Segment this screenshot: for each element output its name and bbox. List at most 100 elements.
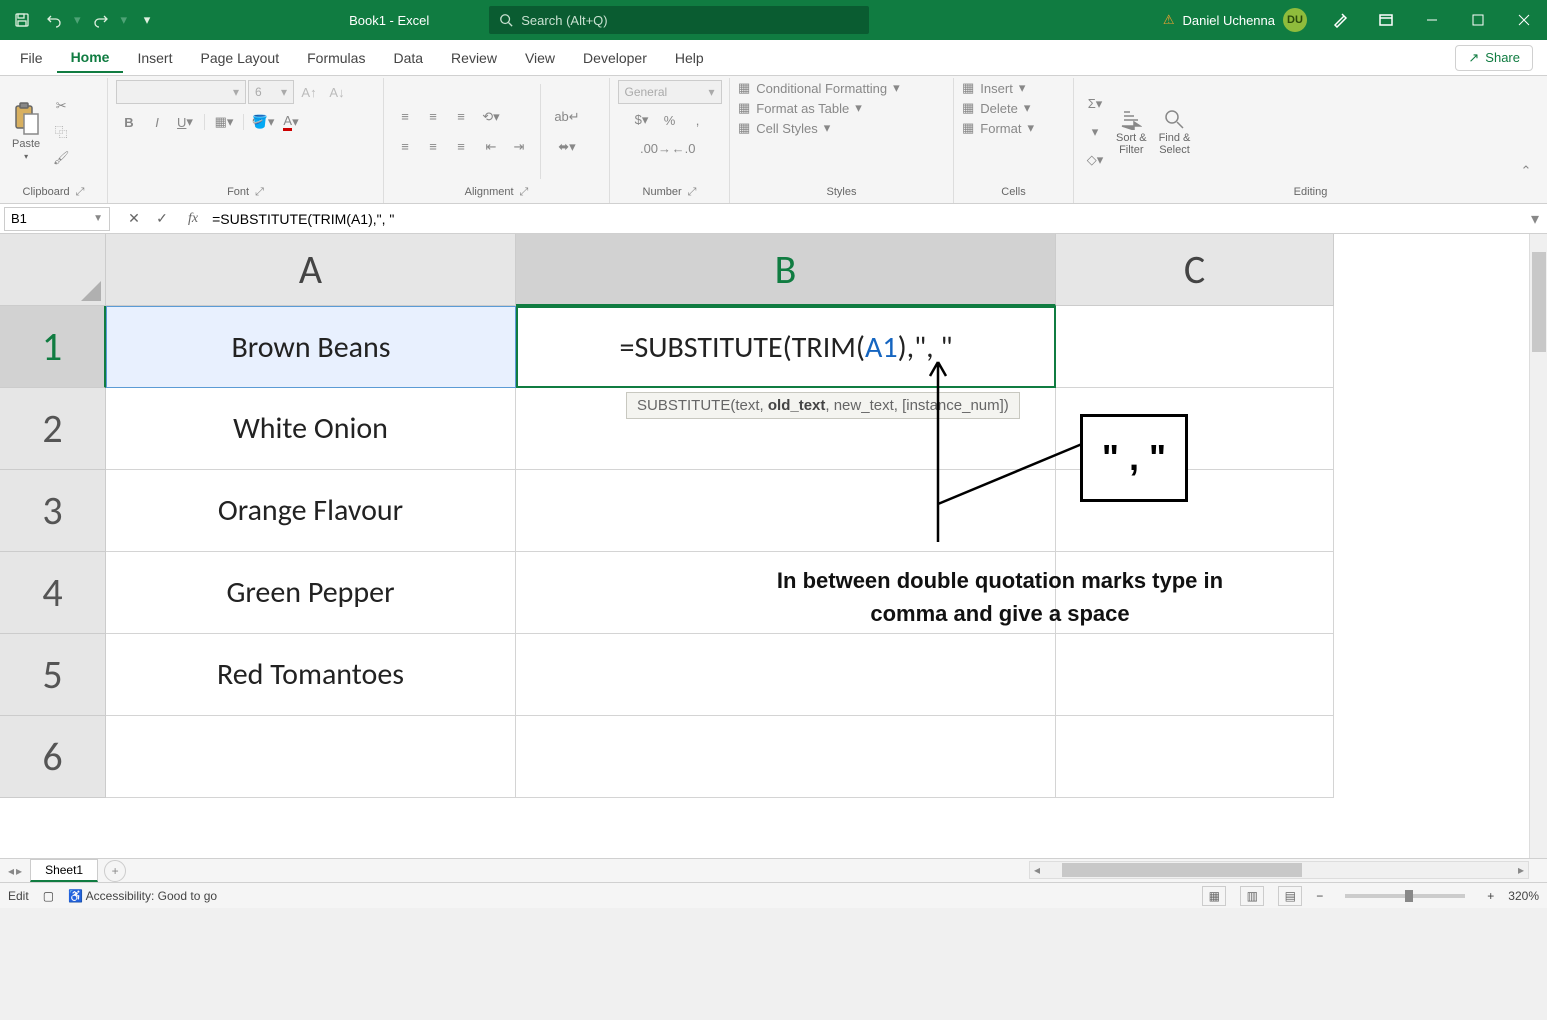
format-painter-button[interactable]: 🖌: [48, 146, 74, 170]
clear-button[interactable]: ◇▾: [1082, 148, 1108, 172]
zoom-level[interactable]: 320%: [1508, 889, 1539, 903]
sort-filter-button[interactable]: Sort & Filter: [1112, 106, 1151, 158]
insert-cells-button[interactable]: ▦Insert ▾: [962, 80, 1025, 96]
align-center-button[interactable]: ≡: [420, 135, 446, 159]
align-right-button[interactable]: ≡: [448, 135, 474, 159]
maximize-button[interactable]: [1455, 0, 1501, 40]
zoom-in-button[interactable]: +: [1487, 889, 1494, 903]
increase-font-button[interactable]: A↑: [296, 80, 322, 104]
col-header-C[interactable]: C: [1056, 234, 1334, 306]
cell-C5[interactable]: [1056, 634, 1334, 716]
align-top-button[interactable]: ≡: [392, 105, 418, 129]
row-header-2[interactable]: 2: [0, 388, 106, 470]
accessibility-status[interactable]: ♿ Accessibility: Good to go: [68, 889, 217, 903]
row-header-1[interactable]: 1: [0, 306, 106, 388]
align-middle-button[interactable]: ≡: [420, 105, 446, 129]
italic-button[interactable]: I: [144, 110, 170, 134]
wrap-text-button[interactable]: ab↵: [549, 105, 585, 129]
fx-icon[interactable]: fx: [182, 211, 204, 227]
normal-view-button[interactable]: ▦: [1202, 886, 1226, 906]
qat-customize[interactable]: ▾: [133, 6, 161, 34]
bold-button[interactable]: B: [116, 110, 142, 134]
cell-styles-button[interactable]: ▦Cell Styles ▾: [738, 120, 830, 136]
collapse-ribbon-button[interactable]: ⌃: [1513, 159, 1539, 183]
enter-formula-button[interactable]: ✓: [150, 207, 174, 231]
tab-data[interactable]: Data: [379, 44, 437, 72]
tab-formulas[interactable]: Formulas: [293, 44, 379, 72]
col-header-B[interactable]: B: [516, 234, 1056, 306]
search-box[interactable]: Search (Alt+Q): [489, 6, 869, 34]
sheet-nav-next[interactable]: ▸: [16, 864, 22, 878]
row-header-4[interactable]: 4: [0, 552, 106, 634]
percent-button[interactable]: %: [657, 108, 683, 132]
zoom-out-button[interactable]: −: [1316, 889, 1323, 903]
align-bottom-button[interactable]: ≡: [448, 105, 474, 129]
orientation-button[interactable]: ⟲▾: [478, 105, 504, 129]
format-as-table-button[interactable]: ▦Format as Table ▾: [738, 100, 862, 116]
alignment-launcher[interactable]: ⤢: [520, 186, 529, 199]
conditional-formatting-button[interactable]: ▦Conditional Formatting ▾: [738, 80, 900, 96]
zoom-slider[interactable]: [1345, 894, 1465, 898]
borders-button[interactable]: ▦▾: [211, 110, 237, 134]
formula-input[interactable]: [204, 207, 1523, 231]
font-name-select[interactable]: ▾: [116, 80, 246, 104]
tab-view[interactable]: View: [511, 44, 569, 72]
tab-home[interactable]: Home: [57, 43, 124, 73]
select-all-button[interactable]: [0, 234, 106, 306]
cell-A3[interactable]: Orange Flavour: [106, 470, 516, 552]
cell-C6[interactable]: [1056, 716, 1334, 798]
cell-B5[interactable]: [516, 634, 1056, 716]
page-break-view-button[interactable]: ▤: [1278, 886, 1302, 906]
font-color-button[interactable]: A▾: [278, 110, 304, 134]
comma-button[interactable]: ,: [685, 108, 711, 132]
font-size-select[interactable]: 6▾: [248, 80, 294, 104]
close-button[interactable]: [1501, 0, 1547, 40]
format-cells-button[interactable]: ▦Format ▾: [962, 120, 1034, 136]
paste-button[interactable]: Paste ▾: [8, 100, 44, 163]
row-header-3[interactable]: 3: [0, 470, 106, 552]
sheet-tab[interactable]: Sheet1: [30, 859, 98, 882]
cell-B6[interactable]: [516, 716, 1056, 798]
ink-button[interactable]: [1317, 0, 1363, 40]
new-sheet-button[interactable]: +: [104, 860, 126, 882]
name-box[interactable]: B1 ▼: [4, 207, 110, 231]
cell-A2[interactable]: White Onion: [106, 388, 516, 470]
row-header-6[interactable]: 6: [0, 716, 106, 798]
cell-A1[interactable]: Brown Beans: [106, 306, 516, 388]
cancel-formula-button[interactable]: ✕: [122, 207, 146, 231]
col-header-A[interactable]: A: [106, 234, 516, 306]
underline-button[interactable]: U▾: [172, 110, 198, 134]
sheet-nav-prev[interactable]: ◂: [8, 864, 14, 878]
clipboard-launcher[interactable]: ⤢: [76, 186, 85, 199]
tab-page-layout[interactable]: Page Layout: [186, 44, 293, 72]
cell-A6[interactable]: [106, 716, 516, 798]
minimize-button[interactable]: [1409, 0, 1455, 40]
currency-button[interactable]: $▾: [629, 108, 655, 132]
cut-button[interactable]: ✂: [48, 94, 74, 118]
cell-A4[interactable]: Green Pepper: [106, 552, 516, 634]
tab-insert[interactable]: Insert: [123, 44, 186, 72]
increase-indent-button[interactable]: ⇥: [506, 135, 532, 159]
page-layout-view-button[interactable]: ▥: [1240, 886, 1264, 906]
cell-A5[interactable]: Red Tomantoes: [106, 634, 516, 716]
merge-button[interactable]: ⬌▾: [549, 135, 585, 159]
font-launcher[interactable]: ⤢: [255, 186, 264, 199]
redo-button[interactable]: [87, 6, 115, 34]
fill-button[interactable]: ▾: [1082, 120, 1108, 144]
decrease-decimal-button[interactable]: ←.0: [671, 136, 697, 160]
fill-color-button[interactable]: 🪣▾: [250, 110, 276, 134]
tab-developer[interactable]: Developer: [569, 44, 661, 72]
number-format-select[interactable]: General▾: [618, 80, 722, 104]
undo-button[interactable]: [40, 6, 68, 34]
tab-help[interactable]: Help: [661, 44, 718, 72]
ribbon-mode-button[interactable]: [1363, 0, 1409, 40]
share-button[interactable]: ↗ Share: [1455, 45, 1533, 71]
row-header-5[interactable]: 5: [0, 634, 106, 716]
find-select-button[interactable]: Find & Select: [1155, 106, 1195, 158]
tab-review[interactable]: Review: [437, 44, 511, 72]
macro-record-icon[interactable]: ▢: [43, 889, 54, 903]
align-left-button[interactable]: ≡: [392, 135, 418, 159]
decrease-font-button[interactable]: A↓: [324, 80, 350, 104]
expand-formula-bar[interactable]: ▾: [1523, 209, 1547, 229]
tab-file[interactable]: File: [6, 44, 57, 72]
